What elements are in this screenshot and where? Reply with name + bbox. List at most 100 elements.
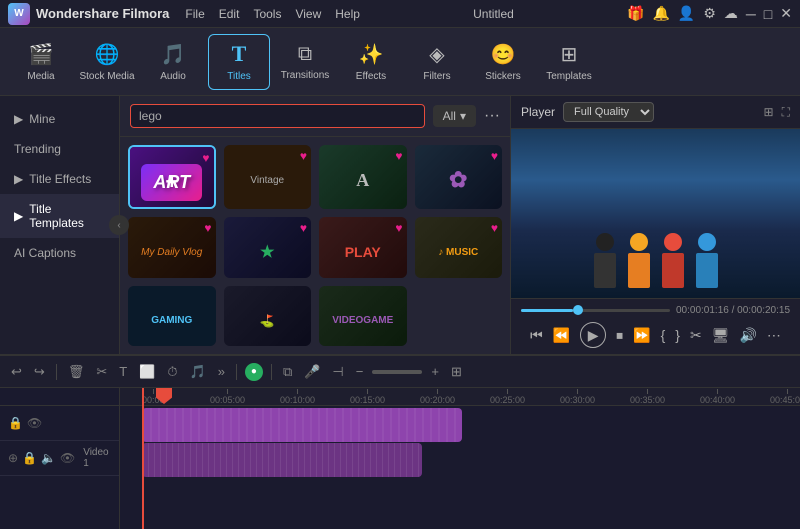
settings-icon[interactable]: ⚙ [703,5,716,22]
menu-file[interactable]: File [185,7,204,21]
tl-zoom-out-button[interactable]: − [353,362,367,381]
tool-filters[interactable]: ◈ Filters [406,34,468,90]
lego-emmet [624,233,654,288]
gift-icon[interactable]: 🎁 [627,5,644,22]
menu-bar: W Wondershare Filmora File Edit Tools Vi… [0,0,800,28]
tl-zoom-slider[interactable] [372,370,422,374]
tl-delete-button[interactable]: 🗑 [65,362,88,382]
audio-clip[interactable] [142,443,422,477]
tl-crop-button[interactable]: ⬜ [136,362,158,382]
progress-bar[interactable] [521,309,670,312]
more-options-button[interactable]: ··· [484,107,500,125]
track-add-icon[interactable]: ⊕ [8,451,18,465]
video-clip-inner [142,408,462,442]
tool-effects[interactable]: ✨ Effects [340,34,402,90]
tl-clip-button[interactable]: ⧉ [280,362,295,382]
template-card-0[interactable]: ART ♥ + Logo Title 02 [128,145,216,209]
video-clip[interactable] [142,408,462,442]
sidebar-item-ai-captions[interactable]: AI Captions [0,238,119,268]
sidebar-label-ai: AI Captions [14,246,76,260]
template-card-8[interactable]: GAMING Gaming Logo P... [128,286,216,346]
template-thumb-2: ♥ A [319,145,407,209]
filter-button[interactable]: All ▾ [433,105,476,127]
audio-icon: 🎵 [161,42,186,67]
menu-help[interactable]: Help [335,7,360,21]
play-button[interactable]: ▶ [580,322,606,348]
tl-sep-1 [56,364,57,380]
minimize-icon[interactable]: ─ [746,6,756,22]
track-eye-icon[interactable]: 👁 [60,451,75,465]
monitor-button[interactable]: 🖥 [712,327,730,344]
sidebar-collapse-button[interactable]: ‹ [109,215,129,235]
tl-undo-button[interactable]: ↩ [8,362,25,382]
fullscreen-icon[interactable]: ⛶ [782,105,790,120]
cloud-icon[interactable]: ☁ [724,5,738,22]
template-card-10[interactable]: VIDEOGAME Videogame Pac... [319,286,407,346]
clip-button[interactable]: ✂ [690,327,702,344]
tl-add-button[interactable]: ● [245,363,263,381]
sidebar-item-mine[interactable]: ▶ Mine [0,104,119,134]
tl-audio-btn[interactable]: 🎵 [187,362,209,382]
tl-mic-button[interactable]: 🎤 [301,362,323,382]
track-label-empty: 🔒 👁 [0,406,119,441]
sidebar-item-trending[interactable]: Trending [0,134,119,164]
tool-transitions[interactable]: ⧉ Transitions [274,34,336,90]
mark-out-button[interactable]: } [675,327,680,343]
track-mute-icon[interactable]: 🔈 [41,451,56,465]
tl-cut-button[interactable]: ✂ [93,362,110,382]
tl-text-button[interactable]: T [116,362,130,381]
bell-icon[interactable]: 🔔 [652,5,669,22]
tl-more-button[interactable]: » [215,362,228,381]
current-time: 00:00:01:16 / 00:00:20:15 [676,305,790,316]
tl-split-button[interactable]: ⊣ [329,362,346,382]
template-card-4[interactable]: ♥ My Daily Vlog Vintage Collage ... [128,217,216,277]
eye-icon[interactable]: 👁 [27,416,42,430]
tick-line-4 [437,389,438,394]
menu-tools[interactable]: Tools [253,7,281,21]
tick-label-5: 00:25:00 [490,395,525,405]
tool-stickers[interactable]: 😊 Stickers [472,34,534,90]
step-forward-button[interactable]: ⏩ [633,327,650,344]
template-card-7[interactable]: ♥ ♪ MUSIC Creative Collag... [415,217,503,277]
user-icon[interactable]: 👤 [678,5,695,22]
template-card-5[interactable]: ♥ ★ Creative Collag... [224,217,312,277]
sidebar-item-templates[interactable]: ▶ Title Templates [0,194,119,238]
skip-back-button[interactable]: ⏮ [530,327,543,344]
lock-icon[interactable]: 🔒 [8,416,23,430]
stop-button[interactable]: ⏹ [616,327,623,344]
tick-label-8: 00:40:00 [700,395,735,405]
tl-speed-button[interactable]: ⏱ [164,362,180,382]
more-options-ctrl[interactable]: ⋯ [767,327,781,344]
quality-select[interactable]: Full Quality Half Quality [563,102,654,122]
tool-media[interactable]: 🎬 Media [10,34,72,90]
template-card-3[interactable]: ♥ ✿ Vintage Collag ... [415,145,503,209]
maximize-icon[interactable]: □ [764,6,772,22]
sidebar-item-effects[interactable]: ▶ Title Effects [0,164,119,194]
close-icon[interactable]: ✕ [780,5,792,22]
tl-zoom-in-button[interactable]: + [428,362,442,381]
tool-titles[interactable]: T Titles [208,34,270,90]
progress-handle[interactable] [573,305,583,315]
grid-view-icon[interactable]: ⊞ [764,105,774,120]
track-lock-icon[interactable]: 🔒 [22,451,37,465]
template-card-6[interactable]: ♥ PLAY Creative Collag... [319,217,407,277]
sidebar-label-trending: Trending [14,142,61,156]
tl-redo-button[interactable]: ↪ [31,362,48,382]
sidebar-label-effects: Title Effects [29,172,91,186]
mark-in-button[interactable]: { [661,327,666,343]
video-preview [511,129,800,298]
tool-stock[interactable]: 🌐 Stock Media [76,34,138,90]
template-card-1[interactable]: ♥ Vintage Vintage Collage ... [224,145,312,209]
step-back-button[interactable]: ⏪ [553,327,570,344]
playhead[interactable] [142,388,144,529]
volume-button[interactable]: 🔊 [739,327,756,344]
search-input[interactable] [130,104,425,128]
template-card-2[interactable]: ♥ A Vintage Collage ... [319,145,407,209]
tool-templates[interactable]: ⊞ Templates [538,34,600,90]
menu-view[interactable]: View [295,7,321,21]
template-card-9[interactable]: ⛳ Golf Sports Gam... [224,286,312,346]
add-icon-0[interactable]: + [165,169,178,195]
tool-audio[interactable]: 🎵 Audio [142,34,204,90]
menu-edit[interactable]: Edit [219,7,240,21]
tl-grid-button[interactable]: ⊞ [448,362,465,382]
